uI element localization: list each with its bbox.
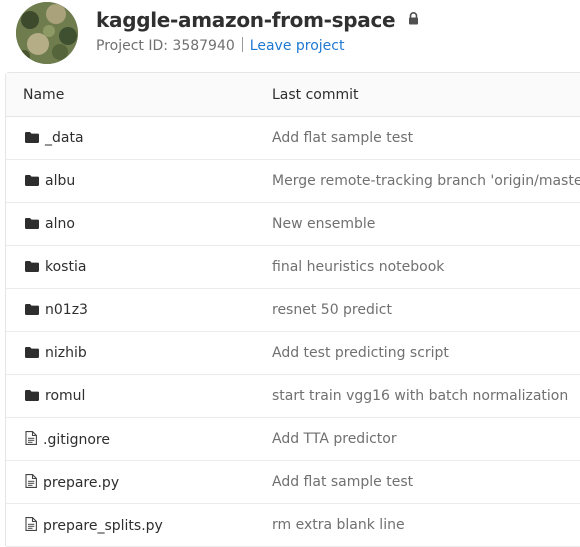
leave-project-link[interactable]: Leave project — [250, 38, 345, 54]
project-header: kaggle-amazon-from-space Project ID: 358… — [0, 0, 580, 68]
commit-message-link[interactable]: Add test predicting script — [272, 345, 449, 361]
commit-message-link[interactable]: Merge remote-tracking branch 'origin/mas… — [272, 173, 580, 189]
table-row[interactable]: n01z3 resnet 50 predict — [6, 289, 580, 332]
folder-link[interactable]: nizhib — [25, 345, 87, 362]
file-icon — [25, 517, 37, 535]
commit-message-link[interactable]: Add flat sample test — [272, 474, 413, 490]
item-name: albu — [45, 173, 76, 189]
table-body: _data Add flat sample test albu Merge remot… — [6, 117, 580, 547]
item-name: .gitignore — [43, 432, 110, 448]
header-last-commit: Last commit — [272, 87, 359, 103]
project-meta: Project ID: 3587940 Leave project — [96, 37, 344, 54]
file-link[interactable]: .gitignore — [25, 431, 110, 449]
item-name: _data — [45, 130, 84, 146]
commit-message-link[interactable]: final heuristics notebook — [272, 259, 444, 275]
project-id: Project ID: 3587940 — [96, 38, 235, 54]
folder-icon — [25, 174, 39, 190]
item-name: romul — [45, 388, 86, 404]
folder-icon — [25, 389, 39, 405]
commit-message-link[interactable]: resnet 50 predict — [272, 302, 392, 318]
commit-message-link[interactable]: start train vgg16 with batch normalizati… — [272, 388, 568, 404]
table-row[interactable]: prepare_splits.py rm extra blank line — [6, 504, 580, 547]
folder-icon — [25, 217, 39, 233]
folder-icon — [25, 303, 39, 319]
item-name: prepare.py — [43, 475, 120, 491]
folder-icon — [25, 131, 39, 147]
file-icon — [25, 431, 37, 449]
table-row[interactable]: nizhib Add test predicting script — [6, 332, 580, 375]
item-name: kostia — [45, 259, 87, 275]
commit-message-link[interactable]: rm extra blank line — [272, 517, 405, 533]
table-header: Name Last commit — [6, 73, 580, 117]
folder-link[interactable]: n01z3 — [25, 302, 88, 319]
meta-divider — [241, 37, 243, 52]
header-name: Name — [23, 87, 65, 103]
item-name: n01z3 — [45, 302, 88, 318]
file-icon — [25, 474, 37, 492]
table-row[interactable]: romul start train vgg16 with batch normal… — [6, 375, 580, 418]
commit-message-link[interactable]: Add flat sample test — [272, 130, 413, 146]
file-tree-table: Name Last commit _data Add flat sample te… — [5, 72, 580, 547]
table-row[interactable]: prepare.py Add flat sample test — [6, 461, 580, 504]
folder-icon — [25, 346, 39, 362]
project-title[interactable]: kaggle-amazon-from-space — [96, 8, 396, 32]
file-link[interactable]: prepare.py — [25, 474, 119, 492]
folder-link[interactable]: _data — [25, 130, 84, 147]
commit-message-link[interactable]: Add TTA predictor — [272, 431, 397, 447]
table-row[interactable]: _data Add flat sample test — [6, 117, 580, 160]
item-name: alno — [45, 216, 75, 232]
table-row[interactable]: kostia final heuristics notebook — [6, 246, 580, 289]
commit-message-link[interactable]: New ensemble — [272, 216, 375, 232]
lock-icon — [408, 10, 419, 29]
item-name: nizhib — [45, 345, 87, 361]
item-name: prepare_splits.py — [43, 518, 163, 534]
folder-link[interactable]: albu — [25, 173, 75, 190]
file-link[interactable]: prepare_splits.py — [25, 517, 163, 535]
folder-link[interactable]: alno — [25, 216, 75, 233]
table-row[interactable]: alno New ensemble — [6, 203, 580, 246]
table-row[interactable]: .gitignore Add TTA predictor — [6, 418, 580, 461]
table-row[interactable]: albu Merge remote-tracking branch 'origin… — [6, 160, 580, 203]
folder-link[interactable]: kostia — [25, 259, 86, 276]
project-avatar[interactable] — [16, 2, 78, 64]
folder-link[interactable]: romul — [25, 388, 85, 405]
folder-icon — [25, 260, 39, 276]
